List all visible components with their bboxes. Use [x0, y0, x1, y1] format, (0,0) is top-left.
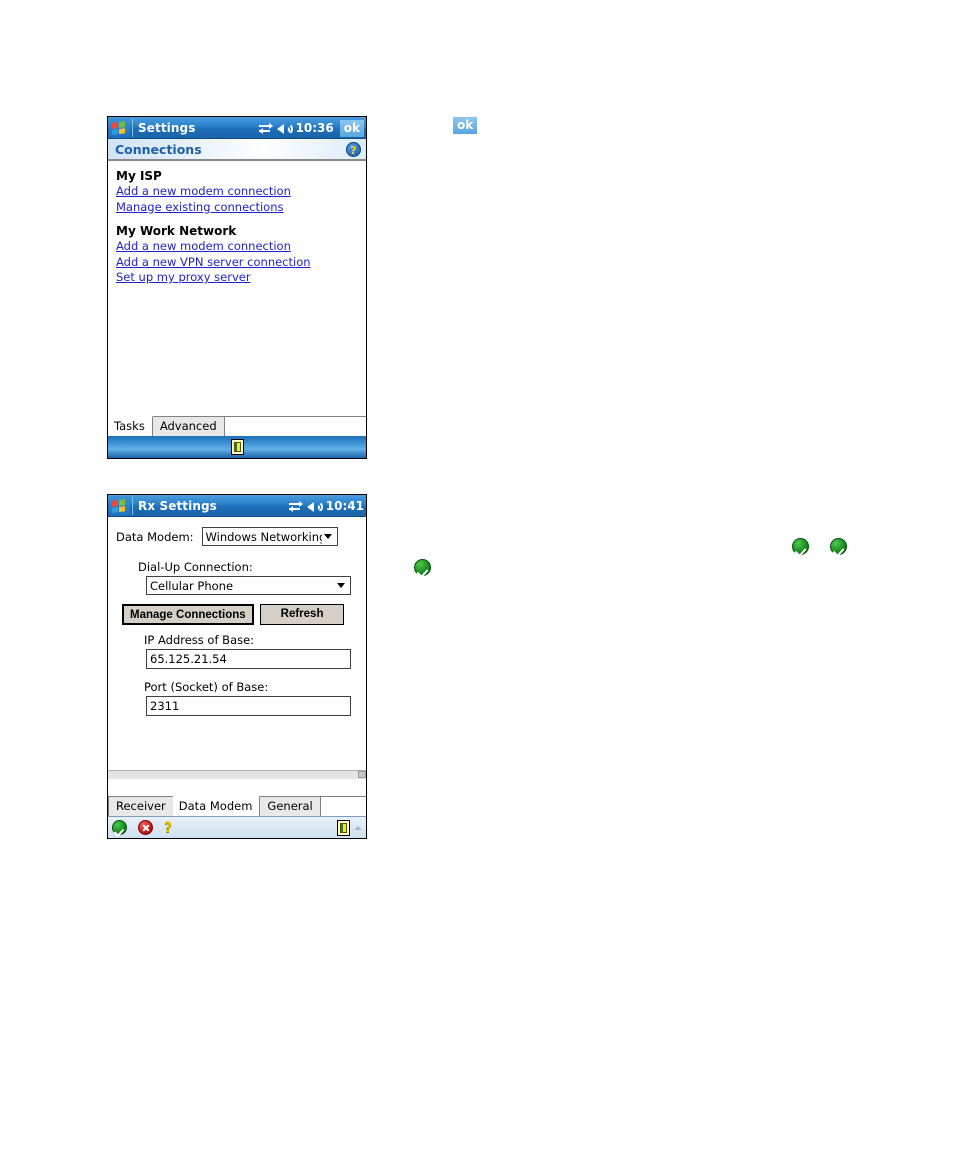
dialup-connection-select[interactable]: Cellular Phone [146, 576, 351, 595]
button-row: Manage Connections Refresh [122, 604, 356, 625]
input-panel-icon[interactable] [230, 439, 244, 455]
manage-connections-button[interactable]: Manage Connections [122, 604, 254, 625]
horizontal-scrollbar[interactable] [108, 770, 366, 779]
rx-settings-form: Data Modem: Windows Networking Dial-Up C… [108, 517, 366, 779]
link-add-new-vpn-server-connection[interactable]: Add a new VPN server connection [116, 255, 311, 271]
dialup-connection-label: Dial-Up Connection: [138, 560, 253, 574]
connectivity-icon[interactable] [288, 500, 303, 512]
chevron-down-icon [323, 534, 332, 539]
data-modem-select[interactable]: Windows Networking [201, 527, 338, 546]
group-title-my-isp: My ISP [116, 169, 162, 183]
tab-tasks[interactable]: Tasks [108, 416, 153, 436]
refresh-button[interactable]: Refresh [259, 604, 345, 625]
annotation-green-check-3 [830, 538, 847, 559]
titlebar-divider [132, 118, 133, 137]
group-title-my-work-network: My Work Network [116, 224, 237, 238]
tabstrip-rx-settings: Receiver Data Modem General [108, 795, 366, 816]
link-set-up-my-proxy-server[interactable]: Set up my proxy server [116, 270, 251, 286]
green-check-icon [414, 559, 431, 576]
titlebar-divider [132, 496, 133, 515]
ip-address-label: IP Address of Base: [144, 633, 255, 647]
command-bar: ? [108, 816, 366, 838]
red-x-icon[interactable] [138, 820, 153, 835]
link-add-new-modem-connection-isp[interactable]: Add a new modem connection [116, 184, 291, 200]
speaker-icon[interactable] [306, 500, 323, 513]
tabstrip-filler [319, 796, 366, 816]
help-question-icon[interactable]: ? [346, 141, 361, 157]
connectivity-icon[interactable] [258, 122, 273, 134]
tab-data-modem[interactable]: Data Modem [172, 796, 261, 816]
tab-advanced[interactable]: Advanced [151, 416, 225, 436]
link-add-new-modem-connection-work[interactable]: Add a new modem connection [116, 239, 291, 255]
ip-address-input[interactable]: 65.125.21.54 [146, 649, 351, 669]
chevron-up-icon[interactable] [354, 825, 362, 830]
titlebar-status-area: 10:36 ok [258, 117, 364, 139]
green-check-icon [830, 538, 847, 555]
connections-content: My ISP Add a new modem connection Manage… [108, 161, 366, 286]
scrollbar-thumb[interactable] [358, 771, 366, 778]
port-input[interactable]: 2311 [146, 696, 351, 716]
input-panel-icon[interactable] [337, 819, 350, 836]
clock[interactable]: 10:36 [296, 121, 334, 135]
port-label: Port (Socket) of Base: [144, 680, 269, 694]
app-title: Rx Settings [138, 498, 217, 513]
link-manage-existing-connections[interactable]: Manage existing connections [116, 200, 284, 216]
row-data-modem: Data Modem: Windows Networking [116, 527, 356, 546]
taskbar [108, 436, 366, 458]
green-check-icon [792, 538, 809, 555]
tabstrip-filler [223, 416, 366, 436]
green-check-icon[interactable] [112, 820, 127, 835]
page-title: Connections [115, 141, 202, 157]
dialup-connection-value: Cellular Phone [150, 578, 234, 593]
windows-flag-icon[interactable] [109, 117, 130, 138]
tab-general[interactable]: General [259, 796, 321, 816]
speaker-icon[interactable] [276, 122, 293, 135]
data-modem-value: Windows Networking [205, 529, 322, 544]
ok-button[interactable]: ok [339, 119, 364, 137]
chevron-down-icon [337, 583, 345, 588]
annotation-ok-button: ok [453, 117, 478, 134]
help-question-icon[interactable]: ? [164, 821, 172, 835]
device-screen-connections: Settings 10:36 ok Connections ? My ISP A… [107, 116, 367, 459]
tab-receiver[interactable]: Receiver [108, 796, 174, 816]
titlebar-rx-settings: Rx Settings 10:41 [108, 495, 366, 517]
page-header: Connections ? [108, 139, 366, 161]
titlebar-status-area: 10:41 [288, 495, 364, 517]
annotation-green-check-1 [414, 559, 431, 580]
titlebar-connections: Settings 10:36 ok [108, 117, 366, 139]
app-title: Settings [138, 120, 196, 135]
data-modem-label: Data Modem: [116, 529, 194, 544]
device-screen-rx-settings: Rx Settings 10:41 Data Modem: Windows Ne… [107, 494, 367, 839]
windows-flag-icon[interactable] [109, 495, 130, 516]
command-bar-right [337, 819, 362, 836]
tabstrip-connections: Tasks Advanced [108, 415, 366, 436]
clock[interactable]: 10:41 [326, 499, 364, 513]
annotation-green-check-2 [792, 538, 809, 559]
